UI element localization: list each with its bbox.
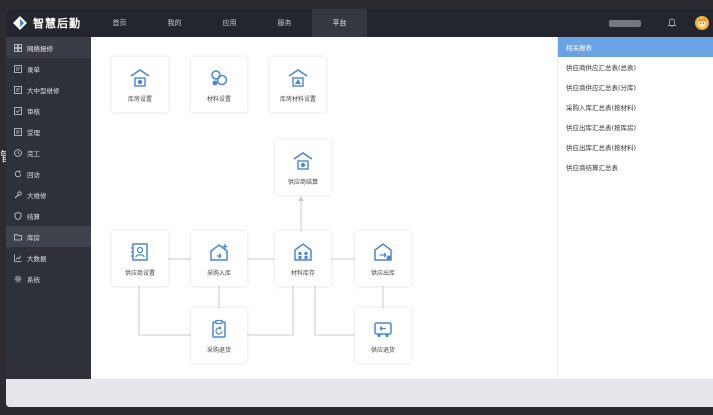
document-icon	[13, 127, 22, 136]
sidebar-item-major-repair[interactable]: 大中型维修	[6, 79, 91, 100]
sidebar-item-entry[interactable]: 录单	[6, 58, 91, 79]
card-label: 供应退货	[370, 346, 395, 354]
sidebar-item-system[interactable]: 系统	[6, 268, 91, 289]
report-link[interactable]: 供应商供应汇总表(分库)	[558, 77, 713, 97]
sidebar-item-network-repair[interactable]: 网络报修	[6, 37, 91, 58]
card-label: 库房材料设置	[279, 95, 316, 103]
nav-label: 我的	[167, 19, 182, 27]
card-materials-inventory[interactable]: 材料库存	[275, 231, 331, 286]
card-purchase-return[interactable]: 采购退货	[191, 308, 247, 363]
card-label: 供应商设置	[124, 269, 155, 277]
username-redacted[interactable]	[609, 19, 641, 27]
sidebar-item-settlement[interactable]: 结算	[6, 205, 91, 226]
top-bar: 智慧后勤 首页 我的 应用 服务 平台	[6, 9, 713, 37]
nav-mine[interactable]: 我的	[147, 9, 202, 37]
warehouse-settings-icon	[129, 67, 151, 89]
report-link[interactable]: 供应商供应汇总表(总表)	[558, 57, 713, 77]
card-label: 材料设置	[206, 95, 231, 103]
sidebar-item-label: 回访	[27, 170, 40, 179]
card-warehouse-settings[interactable]: 库房设置	[112, 57, 168, 112]
app-window: 智慧后勤 首页 我的 应用 服务 平台 网络报修 录单 大中型维修 审核 受理 …	[6, 9, 713, 407]
brand-logo-icon	[12, 15, 28, 31]
card-purchase-in[interactable]: 采购入库	[191, 231, 247, 286]
nav-label: 服务	[277, 19, 292, 27]
sidebar-item-warehouse[interactable]: 库房	[6, 226, 91, 247]
sidebar-item-completed[interactable]: 完工	[6, 142, 91, 163]
nav-label: 应用	[222, 19, 237, 27]
folder-icon	[13, 232, 22, 241]
sidebar-item-label: 大中型维修	[27, 86, 60, 95]
refresh-icon	[13, 169, 22, 178]
supplier-settlement-icon	[292, 150, 314, 172]
card-supplier-settings[interactable]: 供应商设置	[112, 231, 168, 286]
card-supply-out[interactable]: 供应出库	[355, 231, 411, 286]
card-warehouse-materials-settings[interactable]: 库房材料设置	[270, 57, 326, 112]
supply-return-icon	[372, 318, 394, 340]
nav-services[interactable]: 服务	[257, 9, 312, 37]
clock-icon	[13, 148, 22, 157]
card-label: 材料库存	[290, 269, 315, 277]
sidebar-item-label: 系统	[27, 275, 40, 284]
sidebar-item-label: 网络报修	[27, 44, 53, 53]
report-link[interactable]: 供应出库汇总表(按库房)	[558, 117, 713, 137]
brand-name: 智慧后勤	[33, 17, 81, 30]
main-nav: 首页 我的 应用 服务 平台	[92, 9, 367, 37]
card-label: 采购退货	[206, 346, 231, 354]
card-label: 供应商结算	[287, 178, 318, 186]
sidebar-item-label: 审核	[27, 107, 40, 116]
supplier-settings-icon	[129, 241, 151, 263]
bell-icon[interactable]	[667, 18, 677, 28]
topbar-right	[609, 9, 713, 37]
bottom-bar	[6, 379, 713, 407]
sidebar-item-label: 大数据	[27, 254, 47, 263]
sidebar-item-label: 完工	[27, 149, 40, 158]
nav-label: 平台	[332, 19, 347, 27]
card-label: 采购入库	[206, 269, 231, 277]
card-supply-return[interactable]: 供应退货	[355, 308, 411, 363]
purchase-return-icon	[208, 318, 230, 340]
sidebar-item-label: 大维修	[27, 191, 47, 200]
sidebar-item-label: 录单	[27, 65, 40, 74]
document-icon	[13, 85, 22, 94]
avatar[interactable]	[695, 16, 709, 30]
sidebar-item-label: 库房	[27, 233, 40, 242]
nav-apps[interactable]: 应用	[202, 9, 257, 37]
nav-platform[interactable]: 平台	[312, 9, 367, 37]
materials-settings-icon	[208, 67, 230, 89]
sidebar-item-big-repair[interactable]: 大维修	[6, 184, 91, 205]
inventory-icon	[292, 241, 314, 263]
card-supplier-settlement[interactable]: 供应商结算	[275, 140, 331, 195]
report-link[interactable]: 供应商结算汇总表	[558, 157, 713, 177]
related-reports-panel: 相关报表 供应商供应汇总表(总表) 供应商供应汇总表(分库) 采购入库汇总表(按…	[557, 37, 713, 379]
flow-diagram: 库房设置 材料设置 库房材料设置 供应商结算 供应商设置 采购入库 材料库存 供…	[91, 37, 557, 379]
card-label: 供应出库	[370, 269, 395, 277]
sidebar-item-big-data[interactable]: 大数据	[6, 247, 91, 268]
avatar-face-icon	[698, 18, 706, 28]
warehouse-materials-icon	[287, 67, 309, 89]
sidebar: 网络报修 录单 大中型维修 审核 受理 完工 回访 大维修 结算 库房 大数据 …	[6, 37, 91, 379]
report-link[interactable]: 采购入库汇总表(按材料)	[558, 97, 713, 117]
sidebar-item-accept[interactable]: 受理	[6, 121, 91, 142]
sidebar-item-label: 结算	[27, 212, 40, 221]
shield-icon	[13, 211, 22, 220]
grid-icon	[13, 43, 22, 52]
card-label: 库房设置	[127, 95, 152, 103]
chart-icon	[13, 253, 22, 262]
check-document-icon	[13, 106, 22, 115]
sidebar-item-revisit[interactable]: 回访	[6, 163, 91, 184]
gear-icon	[13, 274, 22, 283]
arrow-head	[298, 196, 304, 201]
card-materials-settings[interactable]: 材料设置	[191, 57, 247, 112]
supply-out-icon	[372, 241, 394, 263]
wrench-icon	[13, 190, 22, 199]
related-reports-header: 相关报表	[558, 37, 713, 57]
document-icon	[13, 64, 22, 73]
brand[interactable]: 智慧后勤	[6, 15, 92, 31]
nav-label: 首页	[112, 19, 127, 27]
nav-home[interactable]: 首页	[92, 9, 147, 37]
report-link[interactable]: 供应出库汇总表(按材料)	[558, 137, 713, 157]
purchase-in-icon	[208, 241, 230, 263]
sidebar-item-review[interactable]: 审核	[6, 100, 91, 121]
sidebar-item-label: 受理	[27, 128, 40, 137]
